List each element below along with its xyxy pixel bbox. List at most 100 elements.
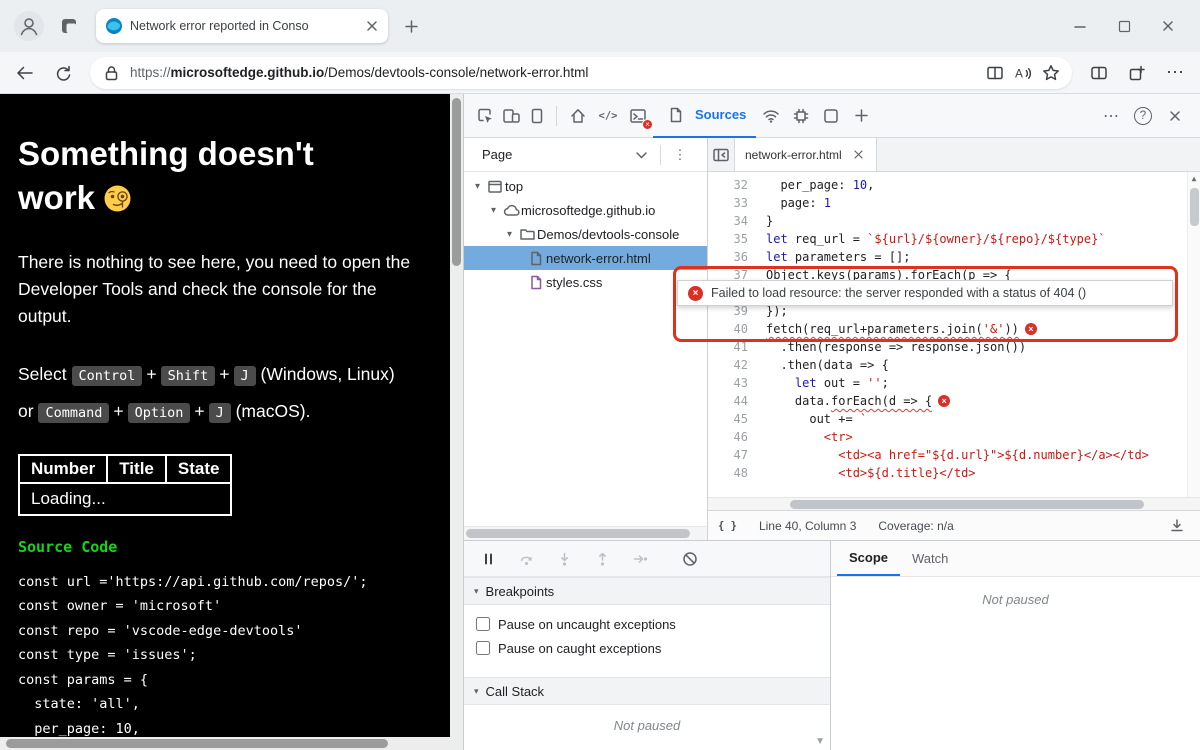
code-line-37[interactable]: 37Object.keys(params).forEach(p => { <box>708 266 1200 284</box>
code-line-33[interactable]: 33 page: 1 <box>708 194 1200 212</box>
step-button[interactable] <box>626 546 654 572</box>
code-line-44[interactable]: 44 data.forEach(d => {× <box>708 392 1200 410</box>
breakpoints-section-header[interactable]: ▾ Breakpoints <box>464 577 830 605</box>
sidebar-horizontal-scrollbar[interactable] <box>464 526 707 540</box>
scrollbar-thumb[interactable] <box>6 739 388 748</box>
line-number[interactable]: 36 <box>708 248 758 266</box>
chevron-expanded-icon[interactable]: ▾ <box>470 181 485 192</box>
tab-welcome[interactable] <box>563 94 593 138</box>
back-button[interactable] <box>14 62 36 84</box>
editor-tab-close-icon[interactable] <box>852 148 866 162</box>
code-line-42[interactable]: 42 .then(data => { <box>708 356 1200 374</box>
refresh-button[interactable] <box>52 62 74 84</box>
line-number[interactable]: 39 <box>708 302 758 320</box>
minimize-button[interactable] <box>1058 8 1102 44</box>
inspect-element-button[interactable] <box>472 103 498 129</box>
browser-tab[interactable]: Network error reported in Conso <box>96 9 388 43</box>
code-line-34[interactable]: 34} <box>708 212 1200 230</box>
maximize-button[interactable] <box>1102 8 1146 44</box>
code-line-39[interactable]: 39}); <box>708 302 1200 320</box>
call-stack-section-header[interactable]: ▾ Call Stack <box>464 677 830 705</box>
tab-network[interactable] <box>756 94 786 138</box>
step-out-button[interactable] <box>588 546 616 572</box>
download-icon[interactable] <box>1164 513 1190 539</box>
code-line-38[interactable]: 38 <box>708 284 1200 302</box>
code-line-43[interactable]: 43 let out = ''; <box>708 374 1200 392</box>
workspaces-button[interactable] <box>56 13 82 39</box>
code-line-41[interactable]: 41 .then(response => response.json()) <box>708 338 1200 356</box>
pause-caught-option[interactable]: Pause on caught exceptions <box>464 636 830 660</box>
line-number[interactable]: 32 <box>708 176 758 194</box>
focus-debuggee-button[interactable] <box>524 103 550 129</box>
chevron-expanded-icon[interactable]: ▾ <box>502 229 517 240</box>
step-over-button[interactable] <box>512 546 540 572</box>
devtools-menu-button[interactable]: ⋯ <box>1098 103 1124 129</box>
pretty-print-button[interactable]: { } <box>718 520 737 532</box>
scroll-up-arrow[interactable]: ▲ <box>1188 172 1200 186</box>
address-bar[interactable]: https://microsoftedge.github.io/Demos/de… <box>90 57 1072 89</box>
tree-item-domain[interactable]: ▾ microsoftedge.github.io <box>464 198 707 222</box>
tree-item-network-error-html[interactable]: network-error.html <box>464 246 707 270</box>
profile-avatar[interactable] <box>14 11 44 41</box>
window-close-button[interactable] <box>1146 8 1190 44</box>
settings-menu-icon[interactable]: ⋯ <box>1164 62 1186 84</box>
code-line-46[interactable]: 46 <tr> <box>708 428 1200 446</box>
more-options-icon[interactable]: ⋮ <box>667 142 693 168</box>
pause-button[interactable] <box>474 546 502 572</box>
pause-uncaught-checkbox[interactable] <box>476 617 490 631</box>
favorites-star-icon[interactable] <box>1042 64 1060 82</box>
code-line-32[interactable]: 32 per_page: 10, <box>708 176 1200 194</box>
tree-item-top[interactable]: ▾ top <box>464 174 707 198</box>
url-text[interactable]: https://microsoftedge.github.io/Demos/de… <box>130 65 976 80</box>
line-number[interactable]: 44 <box>708 392 758 410</box>
tab-sources[interactable]: Sources <box>653 94 756 138</box>
code-line-40[interactable]: 40fetch(req_url+parameters.join('&'))× <box>708 320 1200 338</box>
tab-page[interactable]: Page <box>482 147 512 162</box>
chevron-down-icon[interactable] <box>628 142 654 168</box>
line-number[interactable]: 47 <box>708 446 758 464</box>
scrollbar-thumb[interactable] <box>1190 188 1199 226</box>
tab-scope[interactable]: Scope <box>837 541 900 576</box>
line-number[interactable]: 33 <box>708 194 758 212</box>
page-vertical-scrollbar[interactable] <box>450 94 463 750</box>
line-number[interactable]: 42 <box>708 356 758 374</box>
code-line-35[interactable]: 35let req_url = `${url}/${owner}/${repo}… <box>708 230 1200 248</box>
line-number[interactable]: 43 <box>708 374 758 392</box>
navigator-toggle-icon[interactable] <box>708 142 734 168</box>
line-number[interactable]: 37 <box>708 266 758 284</box>
code-line-36[interactable]: 36let parameters = []; <box>708 248 1200 266</box>
scroll-down-arrow[interactable]: ▼ <box>815 736 825 747</box>
line-number[interactable]: 40 <box>708 320 758 338</box>
split-screen-icon[interactable] <box>1088 62 1110 84</box>
code-line-45[interactable]: 45 out += ` <box>708 410 1200 428</box>
step-into-button[interactable] <box>550 546 578 572</box>
immersive-reader-icon[interactable] <box>986 64 1004 82</box>
chevron-expanded-icon[interactable]: ▾ <box>486 205 501 216</box>
collections-icon[interactable] <box>1126 62 1148 84</box>
deactivate-breakpoints-button[interactable] <box>676 546 704 572</box>
tab-close-icon[interactable] <box>364 18 380 34</box>
pause-uncaught-option[interactable]: Pause on uncaught exceptions <box>464 612 830 636</box>
line-number[interactable]: 45 <box>708 410 758 428</box>
tab-application[interactable] <box>816 94 846 138</box>
tab-watch[interactable]: Watch <box>900 541 960 576</box>
code-line-48[interactable]: 48 <td>${d.title}</td> <box>708 464 1200 482</box>
tree-item-styles-css[interactable]: styles.css <box>464 270 707 294</box>
scrollbar-thumb[interactable] <box>466 529 690 538</box>
tab-memory[interactable] <box>786 94 816 138</box>
tab-console[interactable]: × <box>623 94 653 138</box>
error-icon[interactable]: × <box>938 395 950 407</box>
editor-horizontal-scrollbar[interactable] <box>708 497 1200 510</box>
help-button[interactable]: ? <box>1134 107 1152 125</box>
code-line-47[interactable]: 47 <td><a href="${d.url}">${d.number}</a… <box>708 446 1200 464</box>
new-tab-button[interactable] <box>400 15 422 37</box>
line-number[interactable]: 46 <box>708 428 758 446</box>
pause-caught-checkbox[interactable] <box>476 641 490 655</box>
line-number[interactable]: 35 <box>708 230 758 248</box>
scrollbar-thumb[interactable] <box>790 500 1144 509</box>
line-number[interactable]: 38 <box>708 284 758 302</box>
tree-item-folder[interactable]: ▾ Demos/devtools-console <box>464 222 707 246</box>
read-aloud-icon[interactable]: A <box>1014 64 1032 82</box>
error-icon[interactable]: × <box>1025 323 1037 335</box>
line-number[interactable]: 48 <box>708 464 758 482</box>
